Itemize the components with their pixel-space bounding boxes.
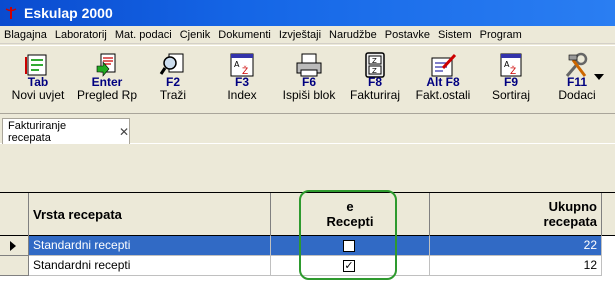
tab-fakturiranje-recepata[interactable]: Fakturiranje recepata ✕ bbox=[2, 118, 130, 144]
svg-text:Z: Z bbox=[372, 67, 377, 75]
row-indicator-header bbox=[0, 193, 29, 236]
row-indicator bbox=[0, 256, 29, 276]
grid-header: Vrsta recepata e Recepti Ukupno recepata bbox=[0, 192, 615, 236]
window-title: Eskulap 2000 bbox=[24, 5, 113, 21]
menu-sistem[interactable]: Sistem bbox=[434, 29, 476, 41]
sort-button[interactable]: A Ž F9 Sortiraj bbox=[486, 48, 536, 112]
erecept-checkbox[interactable] bbox=[343, 240, 355, 252]
menu-postavke[interactable]: Postavke bbox=[381, 29, 434, 41]
invoice-button[interactable]: Z Z F8 Fakturiraj bbox=[346, 48, 404, 112]
cell-type[interactable]: Standardni recepti bbox=[29, 256, 271, 276]
recipe-grid: Vrsta recepata e Recepti Ukupno recepata… bbox=[0, 192, 615, 286]
index-button[interactable]: A Ž F3 Index bbox=[218, 48, 266, 112]
table-row[interactable]: Standardni recepti 22 bbox=[0, 236, 615, 256]
column-header-total[interactable]: Ukupno recepata bbox=[430, 193, 602, 236]
menu-cjenik[interactable]: Cjenik bbox=[176, 29, 215, 41]
close-icon[interactable]: ✕ bbox=[119, 125, 129, 139]
row-indicator bbox=[0, 236, 29, 256]
print-block-button[interactable]: F6 Ispiši blok bbox=[278, 48, 340, 112]
preview-button[interactable]: Enter Pregled Rp bbox=[74, 48, 140, 112]
tab-strip: Fakturiranje recepata ✕ bbox=[0, 115, 615, 144]
chevron-down-icon[interactable] bbox=[593, 72, 605, 82]
menu-laboratorij[interactable]: Laboratorij bbox=[51, 29, 111, 41]
current-row-arrow-icon bbox=[10, 241, 16, 251]
tab-label: Fakturiranje recepata bbox=[8, 119, 67, 144]
menu-blagajna[interactable]: Blagajna bbox=[0, 29, 51, 41]
svg-text:A: A bbox=[234, 60, 240, 69]
header-filler bbox=[602, 193, 615, 236]
invoice-other-button[interactable]: Alt F8 Fakt.ostali bbox=[410, 48, 476, 112]
menu-program[interactable]: Program bbox=[476, 29, 526, 41]
app-window: Eskulap 2000 Blagajna Laboratorij Mat. p… bbox=[0, 0, 615, 286]
new-condition-button[interactable]: Tab Novi uvjet bbox=[8, 48, 68, 112]
cell-total[interactable]: 12 bbox=[430, 256, 602, 276]
cell-type[interactable]: Standardni recepti bbox=[29, 236, 271, 256]
column-header-erecepti[interactable]: e Recepti bbox=[271, 193, 430, 236]
caduceus-icon bbox=[5, 7, 17, 19]
toolbar: Tab Novi uvjet Enter Pregled Rp F2 Traži bbox=[0, 45, 615, 114]
menu-dokumenti[interactable]: Dokumenti bbox=[214, 29, 275, 41]
menu-izvjestaji[interactable]: Izvještaji bbox=[275, 29, 325, 41]
search-button[interactable]: F2 Traži bbox=[150, 48, 196, 112]
menu-bar: Blagajna Laboratorij Mat. podaci Cjenik … bbox=[0, 26, 615, 44]
cell-total[interactable]: 22 bbox=[430, 236, 602, 256]
svg-text:Z: Z bbox=[372, 57, 377, 65]
cell-erecept bbox=[271, 236, 430, 256]
table-row[interactable]: Standardni recepti ✓ 12 bbox=[0, 256, 615, 276]
menu-mat-podaci[interactable]: Mat. podaci bbox=[111, 29, 176, 41]
content-area: Vrsta recepata e Recepti Ukupno recepata… bbox=[0, 145, 615, 286]
cell-erecept: ✓ bbox=[271, 256, 430, 276]
menu-narudzbe[interactable]: Narudžbe bbox=[325, 29, 381, 41]
column-header-type[interactable]: Vrsta recepata bbox=[29, 193, 271, 236]
erecept-checkbox[interactable]: ✓ bbox=[343, 260, 355, 272]
title-bar: Eskulap 2000 bbox=[0, 0, 615, 26]
